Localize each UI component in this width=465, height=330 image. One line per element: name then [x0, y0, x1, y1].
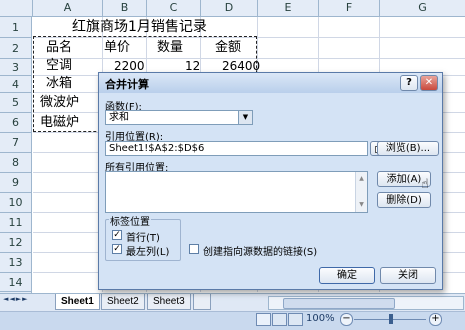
list-scrollbar[interactable]: ▲ ▼: [355, 172, 367, 212]
zoom-level[interactable]: 100%: [306, 313, 335, 324]
row-header-5[interactable]: 5: [0, 93, 32, 113]
row-header-3[interactable]: 3: [0, 59, 32, 76]
tab-sheet3[interactable]: Sheet3: [147, 294, 191, 310]
cursor-icon: ☝: [421, 177, 429, 192]
function-select[interactable]: 求和 ▼: [105, 110, 253, 125]
dialog-title-bar: [99, 73, 442, 93]
column-header-a[interactable]: A: [33, 0, 103, 17]
horizontal-scrollbar[interactable]: [268, 296, 464, 310]
zoom-out-icon[interactable]: −: [340, 313, 353, 326]
reference-input[interactable]: Sheet1!$A$2:$D$6: [105, 141, 368, 156]
normal-view-icon[interactable]: [256, 313, 271, 326]
ok-button[interactable]: 确定: [319, 267, 375, 284]
tab-sheet2[interactable]: Sheet2: [101, 294, 145, 310]
row-header-14[interactable]: 14: [0, 273, 32, 292]
close-button[interactable]: 关闭: [380, 267, 436, 284]
status-bar: [0, 311, 465, 330]
row-header-11[interactable]: 11: [0, 213, 32, 233]
row-header-13[interactable]: 13: [0, 253, 32, 273]
page-break-icon[interactable]: [288, 313, 303, 326]
row-header-6[interactable]: 6: [0, 113, 32, 133]
sheet-title-cell[interactable]: 红旗商场1月销售记录: [72, 17, 207, 37]
page-layout-icon[interactable]: [272, 313, 287, 326]
first-row-checkbox[interactable]: ✓: [112, 230, 122, 240]
consolidate-dialog: 合并计算 ? ✕ 函数(F): 求和 ▼ 引用位置(R): Sheet1!$A$…: [98, 72, 443, 290]
browse-button[interactable]: 浏览(B)...: [377, 141, 439, 156]
row-header-12[interactable]: 12: [0, 233, 32, 253]
all-references-list[interactable]: ▲ ▼: [105, 171, 368, 213]
zoom-in-icon[interactable]: +: [429, 313, 442, 326]
insert-sheet-icon[interactable]: [193, 294, 211, 310]
row-header-8[interactable]: 8: [0, 153, 32, 173]
scroll-down-icon[interactable]: ▼: [356, 198, 367, 212]
chevron-down-icon[interactable]: ▼: [238, 111, 252, 124]
first-row-label: 首行(T): [126, 233, 160, 244]
column-header-e[interactable]: E: [258, 0, 319, 17]
link-source-label: 创建指向源数据的链接(S): [203, 247, 318, 258]
scroll-thumb[interactable]: [283, 298, 395, 309]
link-source-checkbox[interactable]: [189, 244, 199, 254]
delete-button[interactable]: 删除(D): [377, 192, 431, 208]
select-all-corner[interactable]: [0, 0, 33, 17]
zoom-slider-thumb[interactable]: [389, 314, 393, 324]
left-column-checkbox[interactable]: ✓: [112, 244, 122, 254]
column-header-b[interactable]: B: [103, 0, 147, 17]
row-header-9[interactable]: 9: [0, 173, 32, 193]
column-header-g[interactable]: G: [380, 0, 465, 17]
dialog-title: 合并计算: [105, 78, 149, 91]
row-header-7[interactable]: 7: [0, 133, 32, 153]
column-header-f[interactable]: F: [319, 0, 380, 17]
last-sheet-icon[interactable]: ►: [22, 295, 28, 303]
left-column-label: 最左列(L): [126, 247, 170, 258]
label-position-title: 标签位置: [109, 213, 151, 228]
row-header-10[interactable]: 10: [0, 193, 32, 213]
row-header-2[interactable]: 2: [0, 38, 32, 59]
row-header-1[interactable]: 1: [0, 17, 32, 38]
close-icon[interactable]: ✕: [420, 75, 438, 91]
function-value: 求和: [109, 112, 129, 123]
column-header-d[interactable]: D: [201, 0, 258, 17]
tab-sheet1[interactable]: Sheet1: [55, 294, 100, 310]
scroll-up-icon[interactable]: ▲: [356, 172, 367, 186]
help-button[interactable]: ?: [400, 75, 418, 91]
column-header-c[interactable]: C: [147, 0, 201, 17]
row-header-4[interactable]: 4: [0, 76, 32, 93]
